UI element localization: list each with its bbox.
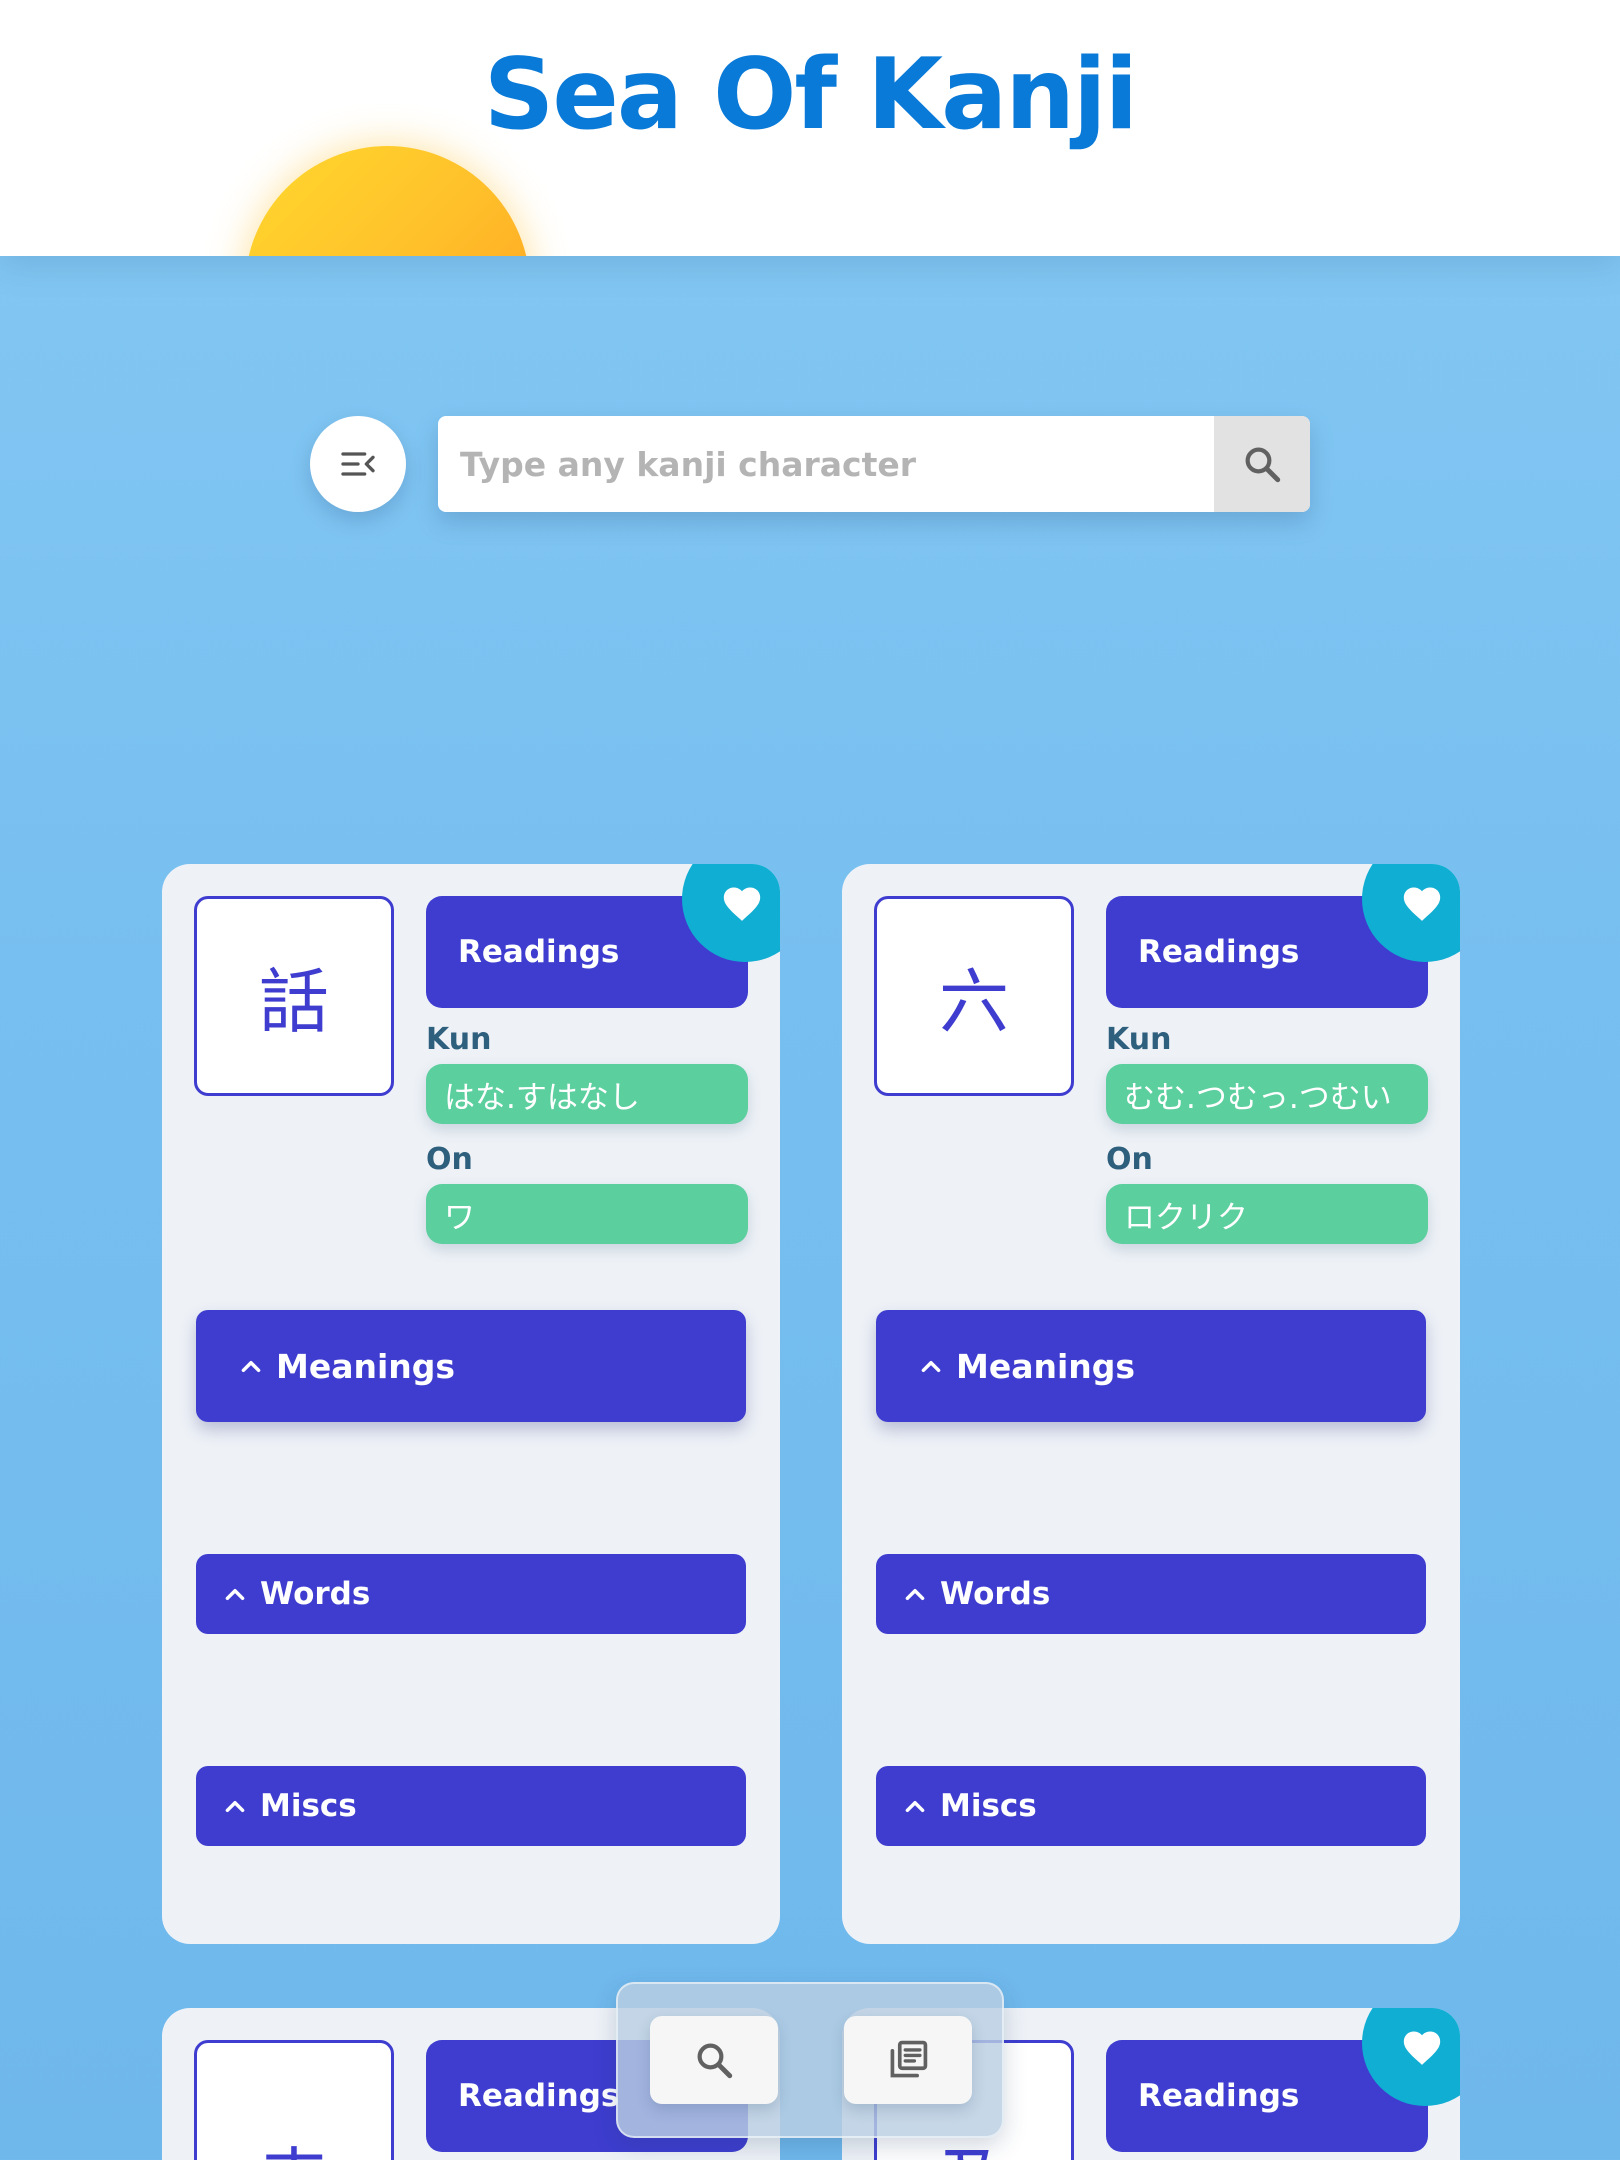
nav-library-button[interactable] — [844, 2016, 972, 2104]
sun-decoration — [245, 146, 530, 256]
search-input[interactable] — [438, 416, 1214, 512]
chevron-up-icon — [905, 1801, 925, 1813]
chevron-up-icon — [905, 1589, 925, 1601]
meanings-label: Meanings — [276, 1346, 456, 1386]
search-bar — [438, 416, 1310, 512]
chevron-up-icon — [921, 1361, 941, 1373]
words-toggle[interactable]: Words — [876, 1554, 1426, 1634]
kanji-character: 来 — [259, 2125, 329, 2160]
menu-button[interactable] — [310, 416, 406, 512]
search-button[interactable] — [1214, 416, 1310, 512]
kun-reading: むむ.つむっ.つむい — [1106, 1064, 1428, 1124]
kanji-box[interactable]: 話 — [194, 896, 394, 1096]
on-reading: ワ — [426, 1184, 748, 1244]
kun-label: Kun — [426, 1022, 492, 1057]
meanings-label: Meanings — [956, 1346, 1136, 1386]
kanji-box[interactable]: 六 — [874, 896, 1074, 1096]
kun-label: Kun — [1106, 1022, 1172, 1057]
kanji-box[interactable]: 来 — [194, 2040, 394, 2160]
kun-reading: はな.すはなし — [426, 1064, 748, 1124]
search-icon — [1245, 447, 1281, 483]
kanji-character: 六 — [939, 960, 1009, 1043]
on-label: On — [426, 1142, 473, 1177]
words-label: Words — [260, 1576, 371, 1612]
words-toggle[interactable]: Words — [196, 1554, 746, 1634]
app-header: Sea Of Kanji — [0, 0, 1620, 256]
chevron-up-icon — [241, 1361, 261, 1373]
library-books-icon — [890, 2040, 928, 2078]
miscs-toggle[interactable]: Miscs — [196, 1766, 746, 1846]
miscs-label: Miscs — [260, 1788, 357, 1824]
heart-icon — [723, 887, 761, 921]
readings-label: Readings — [458, 934, 620, 970]
readings-label: Readings — [1138, 934, 1300, 970]
nav-search-button[interactable] — [650, 2016, 778, 2104]
heart-icon — [1403, 887, 1441, 921]
on-label: On — [1106, 1142, 1153, 1177]
kanji-card: 話 Readings Kun はな.すはなし On ワ Meanings Wor… — [162, 864, 780, 1944]
heart-icon — [1403, 2031, 1441, 2065]
search-icon — [697, 2043, 733, 2079]
chevron-up-icon — [225, 1589, 245, 1601]
meanings-toggle[interactable]: Meanings — [876, 1310, 1426, 1422]
bottom-nav — [616, 1982, 1004, 2138]
miscs-label: Miscs — [940, 1788, 1037, 1824]
app-title: Sea Of Kanji — [483, 38, 1138, 152]
kanji-character: 話 — [259, 960, 329, 1043]
meanings-toggle[interactable]: Meanings — [196, 1310, 746, 1422]
on-reading: ロクリク — [1106, 1184, 1428, 1244]
readings-label: Readings — [458, 2078, 620, 2114]
readings-label: Readings — [1138, 2078, 1300, 2114]
words-label: Words — [940, 1576, 1051, 1612]
chevron-up-icon — [225, 1801, 245, 1813]
kanji-card: 六 Readings Kun むむ.つむっ.つむい On ロクリク Meanin… — [842, 864, 1460, 1944]
menu-collapse-icon — [341, 452, 375, 476]
miscs-toggle[interactable]: Miscs — [876, 1766, 1426, 1846]
